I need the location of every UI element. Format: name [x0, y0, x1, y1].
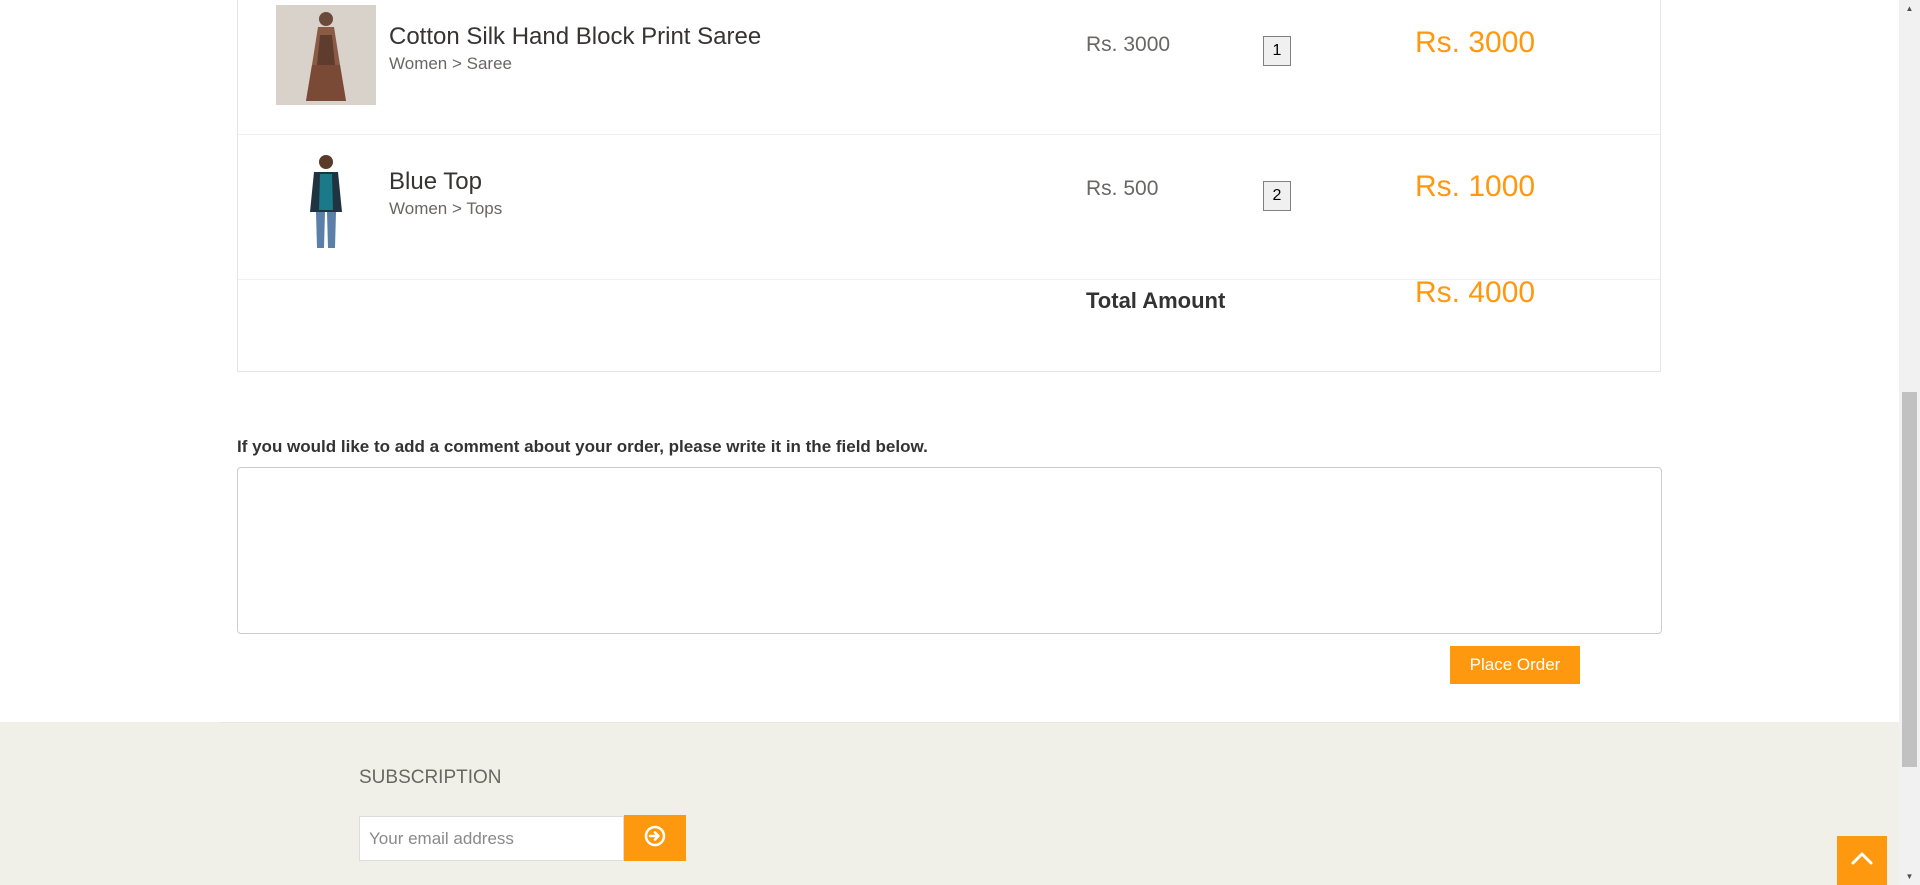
product-price: Rs. 500 — [1086, 177, 1159, 200]
cart-table: Cotton Silk Hand Block Print Saree Women… — [237, 0, 1661, 372]
subscription-title: SUBSCRIPTION — [359, 767, 502, 788]
comment-textarea[interactable] — [237, 467, 1662, 634]
chevron-up-icon — [1850, 850, 1874, 871]
scroll-up-arrow-icon[interactable]: ▲ — [1899, 0, 1920, 17]
arrow-circle-right-icon — [644, 825, 666, 852]
total-amount-value: Rs. 4000 — [1415, 276, 1536, 309]
product-image-saree[interactable] — [276, 5, 376, 105]
subscription-email-input[interactable] — [359, 816, 624, 861]
product-total-price: Rs. 3000 — [1415, 26, 1536, 59]
cart-row: Blue Top Women > Tops Rs. 500 2 Rs. 1000 — [238, 135, 1660, 280]
quantity-button[interactable]: 1 — [1263, 36, 1291, 66]
product-price: Rs. 3000 — [1086, 33, 1171, 56]
scroll-to-top-button[interactable] — [1837, 836, 1887, 885]
product-category: Women > Tops — [389, 199, 503, 218]
product-image-blue-top[interactable] — [276, 150, 376, 250]
comment-label: If you would like to add a comment about… — [237, 437, 928, 456]
quantity-button[interactable]: 2 — [1263, 181, 1291, 211]
footer-divider — [220, 722, 1680, 723]
product-total-price: Rs. 1000 — [1415, 170, 1536, 203]
place-order-button[interactable]: Place Order — [1450, 646, 1580, 684]
subscribe-button[interactable] — [624, 815, 686, 861]
product-category: Women > Saree — [389, 54, 513, 73]
product-name[interactable]: Cotton Silk Hand Block Print Saree — [389, 23, 761, 51]
footer: SUBSCRIPTION — [0, 722, 1899, 885]
product-name[interactable]: Blue Top — [389, 168, 482, 196]
page-scrollbar[interactable]: ▲ ▼ — [1899, 0, 1920, 885]
total-amount-label: Total Amount — [1086, 288, 1226, 313]
cart-row: Cotton Silk Hand Block Print Saree Women… — [238, 0, 1660, 135]
scrollbar-thumb[interactable] — [1902, 392, 1917, 767]
scroll-down-arrow-icon[interactable]: ▼ — [1899, 868, 1920, 885]
